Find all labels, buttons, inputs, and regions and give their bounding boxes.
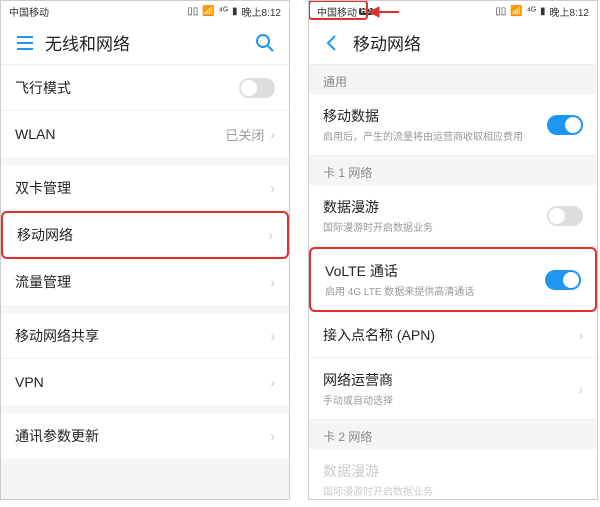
mobile-data-toggle[interactable] xyxy=(547,115,583,135)
row-traffic[interactable]: 流量管理 › xyxy=(1,259,289,305)
row-sim[interactable]: 双卡管理 › xyxy=(1,165,289,211)
row-airplane[interactable]: 飞行模式 xyxy=(1,65,289,111)
row-volte[interactable]: VoLTE 通话 启用 4G LTE 数据来提供高清通话 xyxy=(309,247,597,312)
row-label: VPN xyxy=(15,374,270,390)
row-wlan[interactable]: WLAN 已关闭 › xyxy=(1,111,289,157)
row-roaming2: 数据漫游 国际漫游时开启数据业务 xyxy=(309,449,597,500)
row-label: 飞行模式 xyxy=(15,78,239,98)
chevron-right-icon: › xyxy=(268,227,273,243)
row-vpn[interactable]: VPN › xyxy=(1,359,289,405)
chevron-right-icon: › xyxy=(270,274,275,290)
row-label: 移动网络 xyxy=(17,225,268,245)
time-label: 晚上8:12 xyxy=(242,4,281,19)
row-label: 移动数据 xyxy=(323,106,547,126)
carrier-label: 中国移动 xyxy=(9,4,49,19)
time-label: 晚上8:12 xyxy=(550,4,589,19)
row-label: 流量管理 xyxy=(15,272,270,292)
search-icon[interactable] xyxy=(253,33,277,53)
carrier-label: 中国移动 xyxy=(317,4,357,19)
chevron-right-icon: › xyxy=(270,374,275,390)
row-label: 通讯参数更新 xyxy=(15,426,270,446)
row-label: VoLTE 通话 xyxy=(325,261,545,281)
battery-icon: ▮ xyxy=(540,6,546,17)
airplane-toggle[interactable] xyxy=(239,78,275,98)
status-bar: 中国移动 HD ▯▯ 📶 ⁴ᴳ ▮ 晚上8:12 xyxy=(309,1,597,21)
section-card2: 卡 2 网络 xyxy=(309,420,597,449)
network-icon: ⁴ᴳ xyxy=(527,6,536,17)
row-mobile-data[interactable]: 移动数据 启用后，产生的流量将由运营商收取相应费用 xyxy=(309,94,597,156)
row-tether[interactable]: 移动网络共享 › xyxy=(1,313,289,359)
chevron-right-icon: › xyxy=(578,327,583,343)
page-title: 无线和网络 xyxy=(45,30,253,55)
section-general: 通用 xyxy=(309,65,597,94)
row-label: 移动网络共享 xyxy=(15,326,270,346)
phone-left: 中国移动 ▯▯ 📶 ⁴ᴳ ▮ 晚上8:12 无线和网络 飞行模式 xyxy=(0,0,290,500)
back-icon[interactable] xyxy=(321,33,345,53)
chevron-right-icon: › xyxy=(270,180,275,196)
volte-toggle[interactable] xyxy=(545,270,581,290)
chevron-right-icon: › xyxy=(578,381,583,397)
row-operator[interactable]: 网络运营商 手动或自动选择 › xyxy=(309,358,597,420)
arrow-annotation xyxy=(369,5,399,24)
row-sub: 启用 4G LTE 数据来提供高清通话 xyxy=(325,283,545,298)
row-sub: 启用后，产生的流量将由运营商收取相应费用 xyxy=(323,128,547,143)
row-apn[interactable]: 接入点名称 (APN) › xyxy=(309,312,597,358)
row-roaming[interactable]: 数据漫游 国际漫游时开启数据业务 xyxy=(309,185,597,247)
row-label: 网络运营商 xyxy=(323,370,578,390)
phone-right: 中国移动 HD ▯▯ 📶 ⁴ᴳ ▮ 晚上8:12 移动网络 通用 移动数据 启用… xyxy=(308,0,598,500)
status-bar: 中国移动 ▯▯ 📶 ⁴ᴳ ▮ 晚上8:12 xyxy=(1,1,289,21)
page-title: 移动网络 xyxy=(353,30,585,55)
roaming-toggle[interactable] xyxy=(547,206,583,226)
vibrate-icon: ▯▯ xyxy=(187,6,198,17)
header: 无线和网络 xyxy=(1,21,289,65)
row-sub: 国际漫游时开启数据业务 xyxy=(323,483,583,498)
header: 移动网络 xyxy=(309,21,597,65)
signal-icon: 📶 xyxy=(510,6,522,17)
menu-icon[interactable] xyxy=(13,33,37,53)
row-mobile-network[interactable]: 移动网络 › xyxy=(1,211,289,259)
row-label: 接入点名称 (APN) xyxy=(323,325,578,345)
row-sub: 国际漫游时开启数据业务 xyxy=(323,219,547,234)
row-label: WLAN xyxy=(15,126,225,142)
chevron-right-icon: › xyxy=(270,428,275,444)
row-label: 数据漫游 xyxy=(323,461,583,481)
row-label: 双卡管理 xyxy=(15,178,270,198)
network-icon: ⁴ᴳ xyxy=(219,6,228,17)
vibrate-icon: ▯▯ xyxy=(495,6,506,17)
row-sub: 手动或自动选择 xyxy=(323,392,578,407)
row-params[interactable]: 通讯参数更新 › xyxy=(1,413,289,459)
chevron-right-icon: › xyxy=(270,126,275,142)
battery-icon: ▮ xyxy=(232,6,238,17)
chevron-right-icon: › xyxy=(270,328,275,344)
row-label: 数据漫游 xyxy=(323,197,547,217)
signal-icon: 📶 xyxy=(202,6,214,17)
section-card1: 卡 1 网络 xyxy=(309,156,597,185)
row-value: 已关闭 xyxy=(225,125,264,144)
